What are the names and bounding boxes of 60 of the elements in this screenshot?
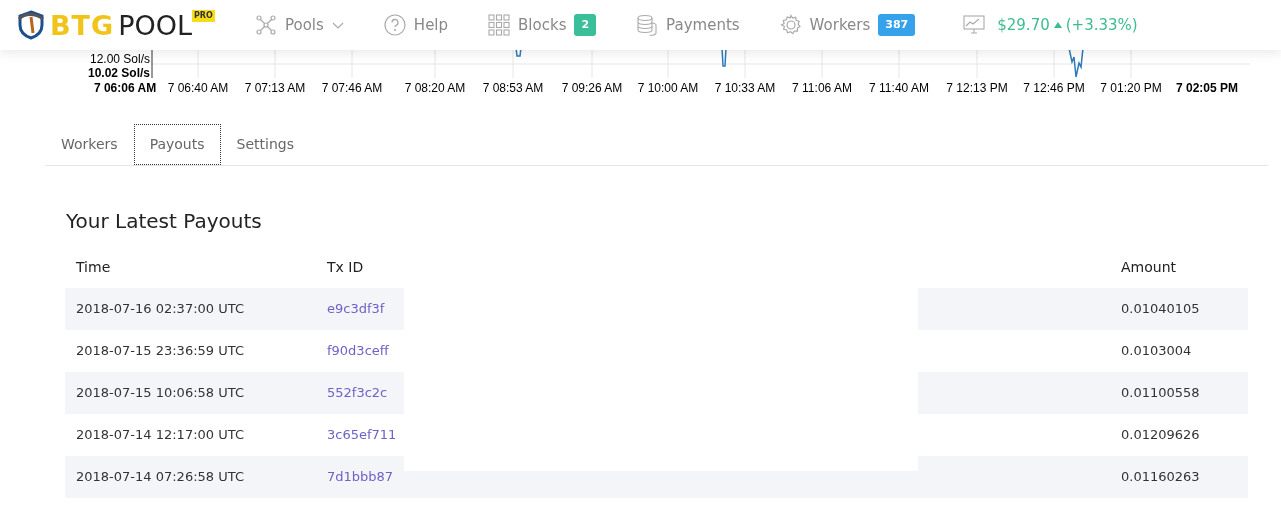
x-axis-label: 7 12:46 PM bbox=[1023, 81, 1085, 95]
help-icon bbox=[383, 14, 406, 36]
coins-icon bbox=[636, 14, 659, 36]
x-axis-label: 7 08:20 AM bbox=[404, 81, 466, 95]
shield-pickaxe-icon bbox=[16, 10, 46, 40]
column-header: Amount bbox=[1121, 257, 1177, 277]
column-header: Tx ID bbox=[327, 257, 365, 277]
price-value: $29.70 bbox=[997, 14, 1050, 36]
y-axis bbox=[151, 48, 153, 79]
table-cell-text: 2018-07-15 10:06:58 UTC bbox=[75, 384, 245, 403]
table-cell-text: 2018-07-16 02:37:00 UTC bbox=[75, 300, 245, 319]
tx-link[interactable]: e9c3df3f bbox=[327, 301, 385, 317]
nav-link[interactable]: Payments bbox=[636, 13, 740, 37]
nav-link[interactable]: Pools bbox=[255, 13, 344, 37]
tx-link[interactable]: 3c65ef711 bbox=[327, 427, 397, 443]
settings-icon bbox=[779, 14, 802, 36]
table-cell-text: 0.01100558 bbox=[1121, 384, 1201, 403]
y-axis-label: 12.00 Sol/s bbox=[89, 52, 150, 66]
x-axis-label: 7 11:06 AM bbox=[792, 81, 852, 95]
x-axis-label: 7 06:06 AM bbox=[93, 81, 157, 95]
x-axis-label: 7 12:13 PM bbox=[946, 81, 1008, 95]
count-badge: 2 bbox=[574, 13, 597, 37]
table-cell-text: 0.01040105 bbox=[1121, 300, 1201, 319]
table-cell-text: 0.0103004 bbox=[1121, 342, 1193, 361]
x-axis-label: 7 02:05 PM bbox=[1175, 81, 1238, 95]
x-axis-label: 7 07:46 AM bbox=[321, 81, 383, 95]
tab[interactable]: Workers bbox=[45, 124, 134, 165]
table-cell-text: 2018-07-14 07:26:58 UTC bbox=[75, 468, 245, 487]
y-axis-label: 10.02 Sol/s bbox=[87, 66, 150, 80]
logo-text: BTG bbox=[50, 11, 115, 39]
x-axis-label: 7 10:33 AM bbox=[714, 81, 776, 95]
price-change: (+3.33%) bbox=[1065, 14, 1138, 36]
tx-link[interactable]: 7d1bbb87 bbox=[327, 469, 394, 485]
x-axis-label: 7 01:20 PM bbox=[1100, 81, 1162, 95]
tab[interactable]: Payouts bbox=[133, 124, 221, 165]
chart-monitor-icon bbox=[963, 15, 986, 35]
table-cell-text: 0.01209626 bbox=[1121, 426, 1201, 445]
logo-text: POOL bbox=[118, 11, 192, 39]
chevron-down-icon bbox=[331, 21, 344, 29]
x-axis-label: 7 06:40 AM bbox=[167, 81, 229, 95]
nav-link[interactable]: Workers 387 bbox=[779, 13, 916, 37]
nav-link[interactable]: Blocks 2 bbox=[488, 13, 597, 37]
network-icon bbox=[255, 14, 277, 36]
x-axis-label: 7 07:13 AM bbox=[244, 81, 306, 95]
table-cell-text: 2018-07-14 12:17:00 UTC bbox=[75, 426, 245, 445]
tx-link[interactable]: 552f3c2c bbox=[327, 385, 388, 401]
x-axis-label: 7 09:26 AM bbox=[561, 81, 623, 95]
section-title: Your Latest Payouts bbox=[66, 208, 263, 235]
x-axis-label: 7 10:00 AM bbox=[637, 81, 699, 95]
tab[interactable]: Settings bbox=[220, 124, 310, 165]
table-cell-text: 0.01160263 bbox=[1121, 468, 1201, 487]
count-badge: 387 bbox=[878, 13, 916, 37]
x-axis-label: 7 08:53 AM bbox=[482, 81, 544, 95]
tx-link[interactable]: f90d3ceff bbox=[327, 343, 389, 359]
grid-icon bbox=[488, 14, 511, 36]
x-axis-label: 7 11:40 AM bbox=[869, 81, 929, 95]
pro-tag: PRO bbox=[192, 9, 215, 22]
table-cell-text: 2018-07-15 23:36:59 UTC bbox=[75, 342, 245, 361]
column-header: Time bbox=[75, 257, 112, 277]
nav-link[interactable]: Help bbox=[383, 13, 449, 37]
